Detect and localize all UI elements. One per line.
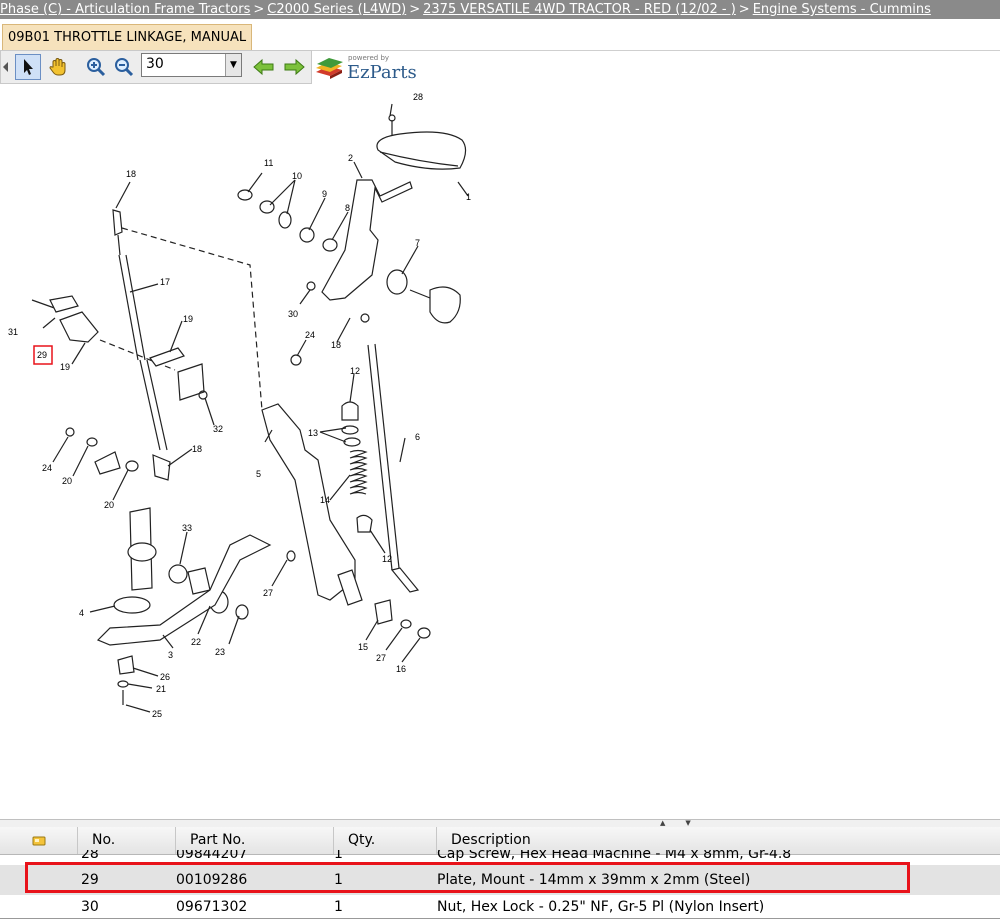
callout-label: 2 xyxy=(348,153,353,163)
callout-label: 19 xyxy=(60,362,70,372)
forward-button[interactable] xyxy=(281,54,307,80)
callout-label: 20 xyxy=(104,500,114,510)
splitter-arrows-icon: ▲▼ xyxy=(660,819,711,827)
row-no: 28 xyxy=(81,850,99,862)
tab-throttle-linkage[interactable]: 09B01 THROTTLE LINKAGE, MANUAL xyxy=(2,24,253,50)
callout-label: 3 xyxy=(168,650,173,660)
cart-icon xyxy=(32,836,45,845)
zoom-out-icon xyxy=(115,58,134,77)
callout-label: 23 xyxy=(215,647,225,657)
callout-label: 30 xyxy=(288,309,298,319)
ezparts-logo: powered by EzParts xyxy=(314,52,424,84)
hand-pan-icon xyxy=(49,57,66,76)
callout-label: 18 xyxy=(192,444,202,454)
breadcrumb-link-phase[interactable]: Phase (C) - Articulation Frame Tractors xyxy=(0,2,250,17)
collapse-left-icon[interactable] xyxy=(1,56,11,78)
breadcrumb-separator: > xyxy=(738,2,750,17)
forward-arrow-icon xyxy=(284,58,305,76)
parts-diagram[interactable]: 28 1 2 11 10 9 18 8 7 17 30 31 29 19 19 … xyxy=(0,86,480,726)
zoom-out-button[interactable] xyxy=(111,54,137,80)
callout-label: 27 xyxy=(263,588,273,598)
callout-label: 8 xyxy=(345,203,350,213)
callout-label: 28 xyxy=(413,92,423,102)
callout-label: 6 xyxy=(415,432,420,442)
callout-label: 29 xyxy=(37,350,47,360)
callout-label: 18 xyxy=(331,340,341,350)
books-logo-icon xyxy=(316,58,343,79)
row-qty: 1 xyxy=(334,899,343,915)
breadcrumb-link-model[interactable]: 2375 VERSATILE 4WD TRACTOR - RED (12/02 … xyxy=(423,2,736,17)
callout-label: 16 xyxy=(396,664,406,674)
callout-label: 21 xyxy=(156,684,166,694)
breadcrumb-separator: > xyxy=(253,2,265,17)
powered-by-text: powered by xyxy=(348,54,390,62)
callout-label: 14 xyxy=(320,495,330,505)
breadcrumb-link-engine-systems[interactable]: Engine Systems - Cummins xyxy=(753,2,931,17)
ezparts-brand: EzParts xyxy=(347,62,417,83)
callout-label: 25 xyxy=(152,709,162,719)
zoom-in-button[interactable] xyxy=(83,54,109,80)
callout-label: 22 xyxy=(191,637,201,647)
row-part-no: 09671302 xyxy=(176,899,248,915)
selected-row-highlight xyxy=(25,862,910,893)
callout-label: 31 xyxy=(8,327,18,337)
callout-label: 13 xyxy=(308,428,318,438)
callout-label: 11 xyxy=(264,158,273,168)
callout-label: 10 xyxy=(292,171,302,181)
callout-label: 20 xyxy=(62,476,72,486)
pointer-tool-button[interactable] xyxy=(15,54,41,80)
callout-label: 5 xyxy=(256,469,261,479)
callout-label: 12 xyxy=(350,366,360,376)
pointer-icon xyxy=(24,59,33,75)
callout-label: 27 xyxy=(376,653,386,663)
callout-label: 7 xyxy=(415,238,420,248)
row-no: 30 xyxy=(81,899,99,915)
pan-tool-button[interactable] xyxy=(45,54,71,80)
back-button[interactable] xyxy=(251,54,277,80)
row-description: Cap Screw, Hex Head Machine - M4 x 8mm, … xyxy=(437,850,792,862)
chevron-down-icon[interactable]: ▼ xyxy=(225,54,241,76)
callout-label: 24 xyxy=(42,463,52,473)
callout-label: 33 xyxy=(182,523,192,533)
zoom-value: 30 xyxy=(146,56,164,72)
callout-label: 32 xyxy=(213,424,223,434)
row-part-no: 09844207 xyxy=(176,850,248,862)
row-description: Nut, Hex Lock - 0.25" NF, Gr-5 Pl (Nylon… xyxy=(437,899,765,915)
callout-label: 26 xyxy=(160,672,170,682)
zoom-in-icon xyxy=(87,58,106,77)
table-row[interactable]: 30 09671302 1 Nut, Hex Lock - 0.25" NF, … xyxy=(0,896,1000,919)
zoom-select[interactable]: 30 ▼ xyxy=(141,53,242,77)
tab-bar: 09B01 THROTTLE LINKAGE, MANUAL xyxy=(0,19,1000,51)
callout-label: 1 xyxy=(466,192,471,202)
callout-label: 19 xyxy=(183,314,193,324)
callout-label: 24 xyxy=(305,330,315,340)
back-arrow-icon xyxy=(253,58,274,76)
callout-label: 4 xyxy=(79,608,84,618)
callout-label: 15 xyxy=(358,642,368,652)
callout-label: 18 xyxy=(126,169,136,179)
callout-label: 9 xyxy=(322,189,327,199)
breadcrumb: Phase (C) - Articulation Frame Tractors >… xyxy=(0,0,1000,19)
breadcrumb-separator: > xyxy=(409,2,421,17)
row-qty: 1 xyxy=(334,850,343,862)
callout-label: 12 xyxy=(382,554,392,564)
callout-label: 17 xyxy=(160,277,170,287)
breadcrumb-link-series[interactable]: C2000 Series (L4WD) xyxy=(267,2,406,17)
